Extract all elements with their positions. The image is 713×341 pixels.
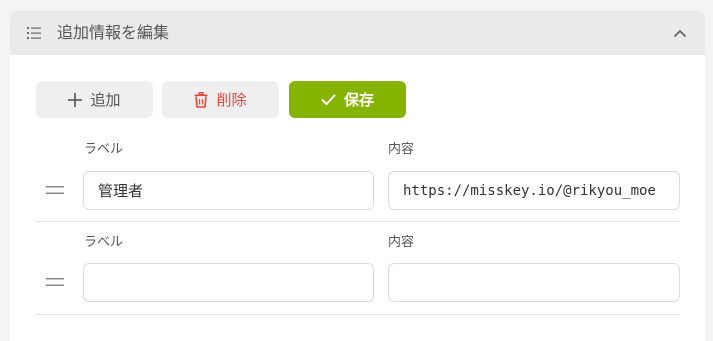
delete-button-label: 削除 [216, 91, 247, 109]
save-button[interactable]: 保存 [289, 81, 406, 118]
plus-icon [68, 92, 83, 107]
label-field[interactable] [83, 263, 374, 302]
content-input[interactable] [403, 182, 665, 199]
drag-handle-icon[interactable] [46, 277, 64, 287]
label-input[interactable] [98, 181, 359, 200]
list-icon [27, 27, 41, 39]
check-icon [321, 94, 336, 105]
content-field[interactable] [388, 171, 680, 210]
add-button[interactable]: 追加 [36, 81, 153, 118]
content-input[interactable] [403, 274, 665, 291]
label-input[interactable] [98, 273, 359, 292]
label-caption: ラベル [84, 142, 124, 157]
add-button-label: 追加 [90, 91, 121, 109]
panel-title: 追加情報を編集 [57, 23, 170, 42]
content-field[interactable] [388, 263, 680, 302]
label-field[interactable] [83, 171, 374, 210]
label-caption: ラベル [84, 235, 124, 250]
save-button-label: 保存 [343, 91, 374, 109]
row-divider [36, 314, 680, 315]
content-caption: 内容 [388, 142, 415, 157]
panel-header[interactable]: 追加情報を編集 [10, 11, 705, 55]
row-divider [36, 221, 680, 222]
extra-info-panel: 追加情報を編集 追加 削除 保存 ラベル 内容 管理者 https://miss… [10, 11, 705, 341]
delete-button[interactable]: 削除 [162, 81, 279, 118]
chevron-up-icon[interactable] [673, 26, 687, 40]
trash-icon [194, 91, 208, 108]
content-caption: 内容 [388, 235, 415, 250]
drag-handle-icon[interactable] [46, 185, 64, 195]
